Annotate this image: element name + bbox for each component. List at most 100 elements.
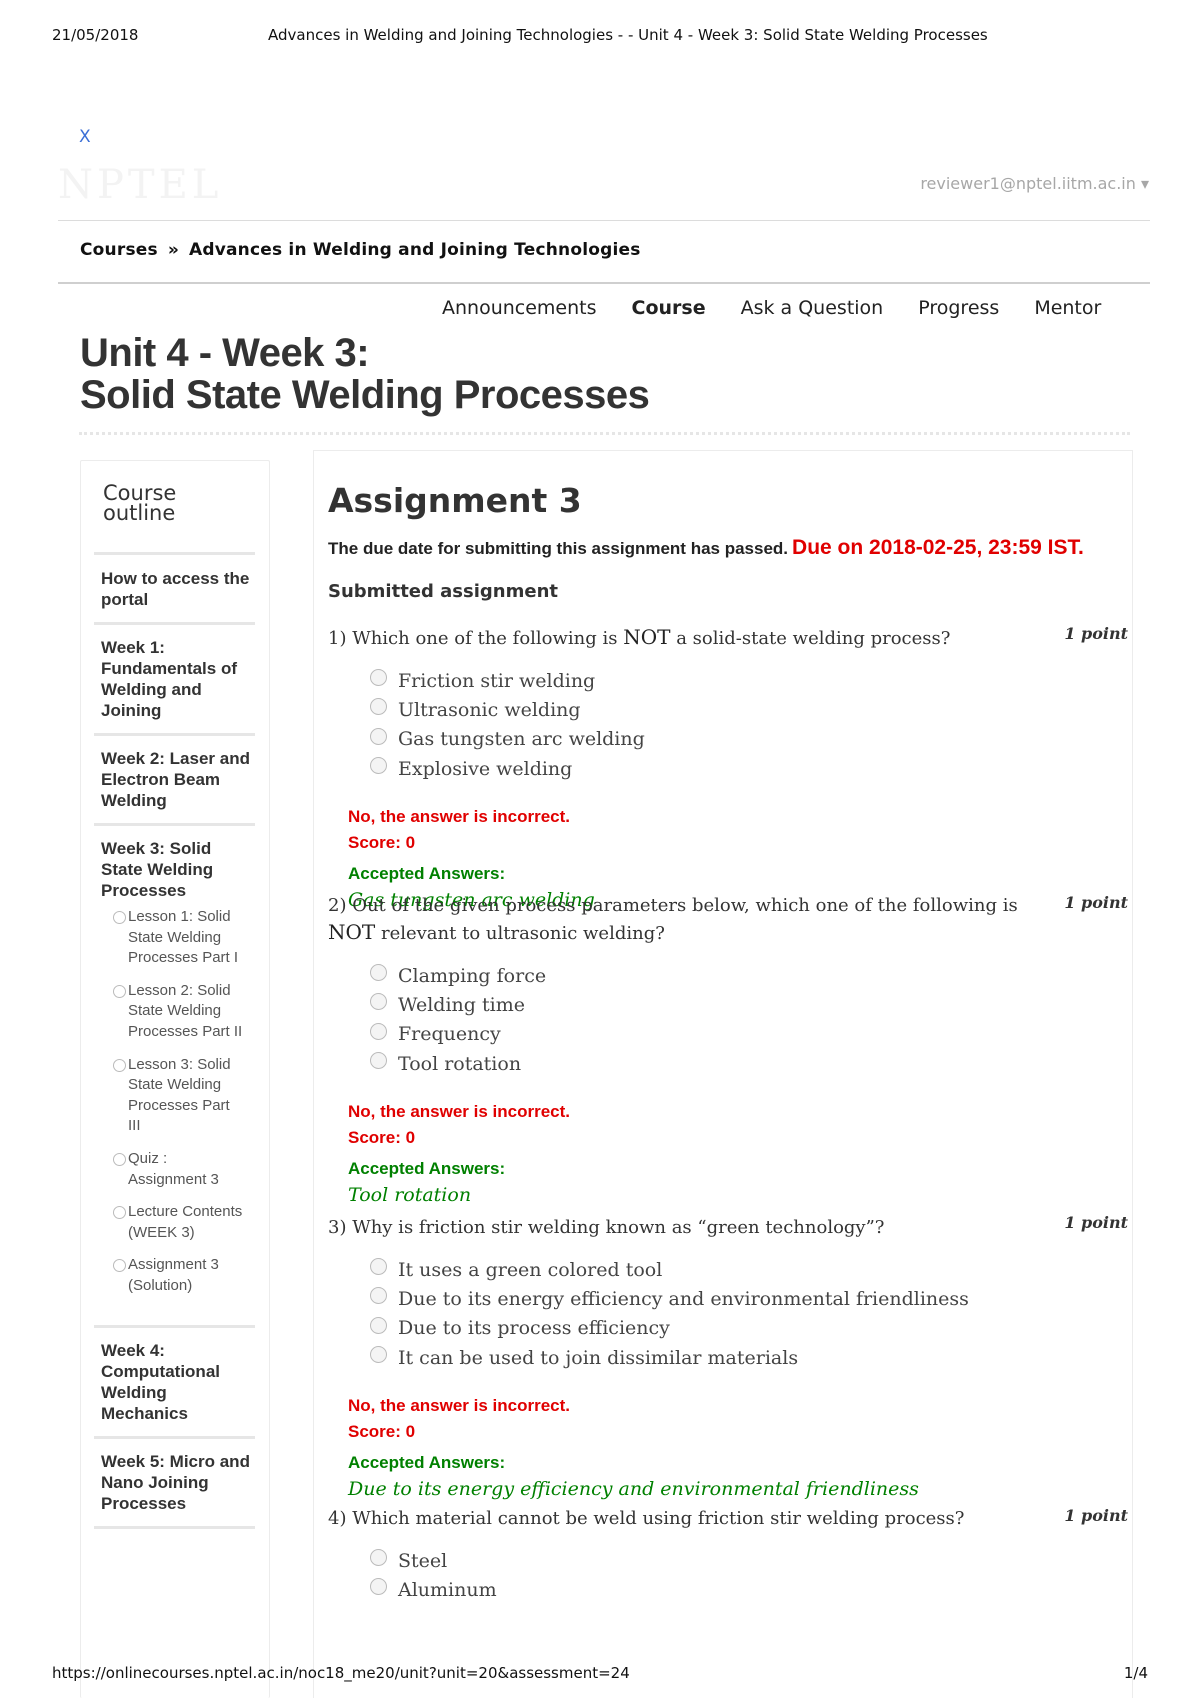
- status-circle-icon: [113, 1206, 126, 1220]
- answer-feedback: No, the answer is incorrect. Score: 0 Ac…: [328, 1099, 1128, 1208]
- option: Friction stir welding: [370, 666, 1128, 695]
- radio-button: [370, 1549, 387, 1567]
- tab-announcements[interactable]: Announcements: [442, 297, 597, 319]
- lesson-link[interactable]: Assignment 3 (Solution): [113, 1255, 255, 1296]
- radio-button: [370, 669, 387, 687]
- lesson-link[interactable]: Lesson 1: Solid State Welding Processes …: [113, 907, 255, 969]
- sidebar-item-week-1[interactable]: Week 1: Fundamentals of Welding and Join…: [94, 622, 255, 733]
- status-circle-icon: [113, 1259, 126, 1273]
- question-1: 1) Which one of the following is NOT a s…: [328, 624, 1128, 913]
- accepted-answers-label: Accepted Answers:: [348, 1159, 506, 1179]
- breadcrumb-courses-link[interactable]: Courses: [80, 240, 158, 260]
- accepted-answers-label: Accepted Answers:: [348, 864, 506, 884]
- options-list: Friction stir welding Ultrasonic welding…: [328, 666, 1128, 783]
- sidebar-item-divider: [94, 1525, 255, 1529]
- sidebar-item-how-to-access[interactable]: How to access the portal: [94, 552, 255, 622]
- radio-button: [370, 993, 387, 1011]
- options-list: Steel Aluminum: [328, 1546, 1128, 1605]
- option: Ultrasonic welding: [370, 695, 1128, 724]
- question-text: 1) Which one of the following is NOT a s…: [328, 625, 951, 649]
- question-2: 2) Out of the given process parameters b…: [328, 893, 1128, 1208]
- close-icon[interactable]: X: [79, 127, 91, 147]
- status-circle-icon: [113, 911, 126, 924]
- option: It uses a green colored tool: [370, 1255, 1128, 1284]
- question-4: 4) Which material cannot be weld using f…: [328, 1506, 1128, 1605]
- radio-button: [370, 964, 387, 982]
- breadcrumb-course-link[interactable]: Advances in Welding and Joining Technolo…: [189, 240, 641, 260]
- incorrect-message: No, the answer is incorrect.: [348, 1396, 571, 1416]
- status-circle-icon: [113, 1152, 126, 1166]
- score-text: Score: 0: [348, 1128, 416, 1148]
- status-circle-icon: [113, 1058, 126, 1072]
- lesson-link[interactable]: Lesson 3: Solid State Welding Processes …: [113, 1055, 255, 1137]
- option: Aluminum: [370, 1575, 1128, 1604]
- page-title: Unit 4 - Week 3: Solid State Welding Pro…: [80, 331, 650, 417]
- page-url: https://onlinecourses.nptel.ac.in/noc18_…: [52, 1664, 630, 1682]
- sidebar-item-week-4[interactable]: Week 4: Computational Welding Mechanics: [94, 1324, 255, 1436]
- option: Due to its energy efficiency and environ…: [370, 1284, 1128, 1313]
- sidebar-item-label: Week 3: Solid State Welding Processes: [101, 839, 214, 900]
- option: Frequency: [370, 1020, 1128, 1049]
- tab-progress[interactable]: Progress: [918, 297, 999, 319]
- radio-button: [370, 727, 387, 745]
- option: Due to its process efficiency: [370, 1314, 1128, 1343]
- accepted-answer: Tool rotation: [348, 1184, 472, 1207]
- radio-button: [370, 1287, 387, 1305]
- question-text: 3) Why is friction stir welding known as…: [328, 1217, 885, 1238]
- option: Clamping force: [370, 961, 1128, 990]
- status-circle-icon: [113, 984, 126, 998]
- incorrect-message: No, the answer is incorrect.: [348, 807, 571, 827]
- tab-mentor[interactable]: Mentor: [1034, 297, 1101, 319]
- option: Gas tungsten arc welding: [370, 725, 1128, 754]
- sidebar-item-week-3[interactable]: Week 3: Solid State Welding Processes Le…: [94, 823, 255, 1325]
- assignment-heading: Assignment 3: [328, 481, 582, 520]
- radio-button: [370, 757, 387, 775]
- accepted-answer: Due to its energy efficiency and environ…: [348, 1478, 919, 1501]
- sidebar-item-week-2[interactable]: Week 2: Laser and Electron Beam Welding: [94, 733, 255, 823]
- radio-button: [370, 1316, 387, 1334]
- print-date: 21/05/2018: [52, 26, 139, 44]
- option: Explosive welding: [370, 754, 1128, 783]
- answer-feedback: No, the answer is incorrect. Score: 0 Ac…: [328, 1393, 1128, 1502]
- options-list: It uses a green colored tool Due to its …: [328, 1255, 1128, 1372]
- incorrect-message: No, the answer is incorrect.: [348, 1102, 571, 1122]
- lesson-link[interactable]: Quiz : Assignment 3: [113, 1149, 255, 1190]
- option: Welding time: [370, 990, 1128, 1019]
- tab-course[interactable]: Course: [632, 297, 706, 319]
- sidebar-item-week-5[interactable]: Week 5: Micro and Nano Joining Processes: [94, 1435, 255, 1526]
- radio-button: [370, 1346, 387, 1364]
- question-text: 4) Which material cannot be weld using f…: [328, 1508, 965, 1529]
- page-number: 1/4: [1123, 1664, 1148, 1682]
- radio-button: [370, 698, 387, 716]
- question-points: 1 point: [1064, 893, 1128, 912]
- score-text: Score: 0: [348, 833, 416, 853]
- nptel-logo: NPTEL: [58, 162, 223, 208]
- breadcrumb-separator: »: [167, 240, 179, 260]
- option: It can be used to join dissimilar materi…: [370, 1343, 1128, 1372]
- options-list: Clamping force Welding time Frequency To…: [328, 961, 1128, 1078]
- question-text: 2) Out of the given process parameters b…: [328, 895, 1018, 944]
- lesson-link[interactable]: Lecture Contents (WEEK 3): [113, 1202, 255, 1243]
- breadcrumb-divider: [58, 282, 1150, 284]
- submitted-label: Submitted assignment: [328, 581, 558, 602]
- radio-button: [370, 1052, 387, 1070]
- question-3: 3) Why is friction stir welding known as…: [328, 1213, 1128, 1502]
- title-divider: [79, 432, 1130, 435]
- score-text: Score: 0: [348, 1422, 416, 1442]
- tab-ask-a-question[interactable]: Ask a Question: [741, 297, 884, 319]
- lesson-link[interactable]: Lesson 2: Solid State Welding Processes …: [113, 981, 255, 1043]
- course-nav: Announcements Course Ask a Question Prog…: [442, 297, 1136, 319]
- header-divider: [58, 220, 1150, 221]
- question-points: 1 point: [1064, 624, 1128, 643]
- course-outline-title: Course outline: [103, 481, 177, 525]
- question-points: 1 point: [1064, 1213, 1128, 1232]
- radio-button: [370, 1578, 387, 1596]
- user-menu[interactable]: reviewer1@nptel.iitm.ac.in ▾: [920, 174, 1149, 193]
- option: Steel: [370, 1546, 1128, 1575]
- question-points: 1 point: [1064, 1506, 1128, 1525]
- due-notice: The due date for submitting this assignm…: [328, 536, 1084, 559]
- course-outline-sidebar: Course outline How to access the portal …: [80, 460, 270, 1698]
- assignment-panel: Assignment 3 The due date for submitting…: [313, 450, 1133, 1698]
- accepted-answers-label: Accepted Answers:: [348, 1453, 506, 1473]
- due-date: Due on 2018-02-25, 23:59 IST.: [792, 536, 1084, 559]
